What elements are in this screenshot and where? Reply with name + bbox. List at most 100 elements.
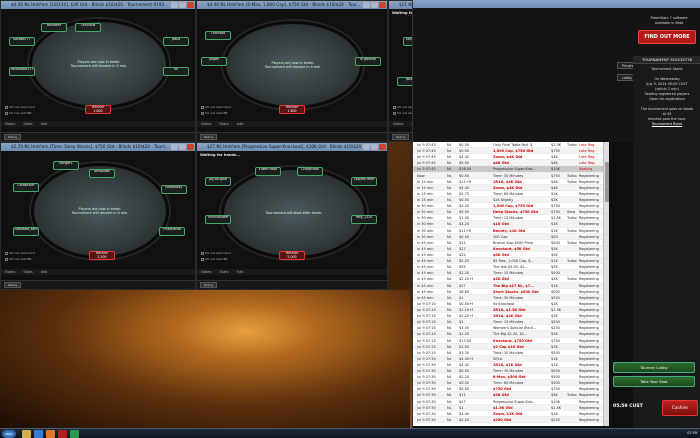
seat: Abrobo777 — [9, 37, 35, 46]
table-5-message: Tournament will start after break. — [265, 210, 323, 215]
close-icon[interactable] — [379, 144, 386, 150]
minimize-icon[interactable] — [171, 2, 178, 8]
tab-notes[interactable]: Notes — [5, 122, 15, 126]
minimize-icon[interactable] — [363, 144, 370, 150]
table-1-message: Players are now in break. Tournament will… — [70, 59, 128, 68]
close-icon[interactable] — [187, 144, 194, 150]
table-4-tabs: Notes Stats Info — [1, 269, 195, 275]
close-icon[interactable] — [187, 2, 194, 8]
table-cell: $250 Gtd — [493, 417, 512, 422]
table-2-bottombar: Rebuy — [197, 132, 387, 141]
tab-info[interactable]: Info — [237, 122, 244, 126]
rebuy-button[interactable]: Rebuy — [4, 282, 22, 288]
seat: Pinkyhands — [159, 227, 185, 236]
rebuy-button[interactable]: Rebuy — [4, 134, 22, 140]
tournament-id: TOURNAMENT 915515778 — [633, 56, 700, 64]
table-1-felt: Players are now in break. Tournament will… — [29, 19, 169, 109]
tab-stats[interactable]: Stats — [219, 270, 228, 274]
table-2-title: $4.40 NL Hold'em [6-Max, 1,800 Cap], $75… — [207, 2, 361, 7]
cashier-button[interactable]: Cashier — [662, 400, 698, 416]
seat: nn — [163, 67, 189, 76]
tab-notes[interactable]: Notes — [5, 270, 15, 274]
seat: Jorgen — [201, 57, 227, 66]
tab-notes[interactable]: Notes — [201, 122, 211, 126]
tab-stats[interactable]: Stats — [219, 122, 228, 126]
list-scrollbar[interactable] — [603, 142, 609, 426]
lobby-window[interactable]: PokerStars 7 software available in Beta F… — [412, 0, 700, 432]
tournament-rules-link[interactable]: Tournament Rules — [652, 122, 682, 126]
tournament-list[interactable]: Jul 9 07:45 NL $0.50 Only Final Table Pad. … — [413, 142, 609, 426]
table-2-message: Players are now in break. Tournament will… — [264, 60, 322, 69]
sit-out-next-bb-checkbox[interactable]: Sit out next BB — [201, 257, 227, 261]
sit-out-next-hand-checkbox[interactable]: Sit out next hand — [5, 105, 35, 109]
media-icon[interactable] — [46, 430, 55, 438]
table-4-titlebar[interactable]: $2.70 NL Hold'em [Time: Deep Stacks], $7… — [1, 143, 195, 151]
seat: CardsKiller — [13, 183, 39, 192]
seat: Nuthouse1 — [161, 185, 187, 194]
hero-seat: Hitchler 1,800 — [279, 105, 305, 114]
browser-icon[interactable] — [34, 430, 43, 438]
taskbar: Start 07:59 — [0, 428, 700, 438]
minimize-icon[interactable] — [171, 144, 178, 150]
seat: PocoMotor217 — [9, 67, 35, 76]
table-5-title: $27 NL Hold'em [Progressive Super-Knocko… — [207, 144, 362, 149]
table-4-bottombar: Rebuy — [1, 280, 195, 289]
table-5-titlebar[interactable]: $27 NL Hold'em [Progressive Super-Knocko… — [197, 143, 387, 151]
tab-notes[interactable]: Notes — [201, 270, 211, 274]
table-row[interactable]: Jul 9 07:30 NL $2.20 $250 Gtd $250 Registerin… — [413, 416, 609, 424]
table-1-title: $4.40 NL Hold'em [18/144], $2K Gtd - Bli… — [11, 2, 169, 7]
maximize-icon[interactable] — [179, 2, 186, 8]
sit-out-next-bb-checkbox[interactable]: Sit out next BB — [5, 257, 31, 261]
sit-out-next-bb-checkbox[interactable]: Sit out next BB — [201, 111, 227, 115]
table-window-5[interactable]: $27 NL Hold'em [Progressive Super-Knocko… — [196, 142, 388, 290]
app-icon[interactable] — [70, 430, 79, 438]
seat: Tinchado — [205, 31, 231, 40]
tab-stats[interactable]: Stats — [23, 270, 32, 274]
take-your-seat-button[interactable]: Take Your Seat — [613, 376, 695, 387]
tab-info[interactable]: Info — [237, 270, 244, 274]
tab-stats[interactable]: Stats — [23, 122, 32, 126]
rebuy-button[interactable]: Rebuy — [200, 134, 218, 140]
table-window-1[interactable]: $4.40 NL Hold'em [18/144], $2K Gtd - Bli… — [0, 0, 196, 142]
table-cell: NL — [447, 417, 452, 422]
tab-info[interactable]: Info — [41, 270, 48, 274]
table-4-message: Players are now in break. Tournament will… — [71, 206, 129, 215]
table-1-titlebar[interactable]: $4.40 NL Hold'em [18/144], $2K Gtd - Bli… — [1, 1, 195, 9]
sit-out-next-hand-checkbox[interactable]: Sit out next hand — [201, 251, 231, 255]
find-out-more-button[interactable]: FIND OUT MORE — [638, 30, 696, 44]
rebuy-button[interactable]: Rebuy — [200, 282, 218, 288]
sit-out-next-bb-checkbox[interactable]: Sit out next BB — [5, 111, 31, 115]
minimize-icon[interactable] — [363, 2, 370, 8]
table-2-tabs: Notes Stats Info — [197, 121, 387, 127]
seat: el gallo98 — [355, 57, 381, 66]
table-window-2[interactable]: $4.40 NL Hold'em [6-Max, 1,800 Cap], $75… — [196, 0, 388, 142]
poker-client-icon[interactable] — [58, 430, 67, 438]
table-cell: Jul 9 07:30 — [417, 417, 436, 422]
table-5-felt: Tournament will start after break. — [221, 167, 367, 259]
table-window-4[interactable]: $2.70 NL Hold'em [Time: Deep Stacks], $7… — [0, 142, 196, 290]
maximize-icon[interactable] — [179, 144, 186, 150]
sit-out-next-hand-checkbox[interactable]: Sit out next hand — [5, 251, 35, 255]
lobby-titlebar[interactable] — [413, 0, 700, 8]
tab-notes[interactable]: Notes — [393, 122, 403, 126]
sit-out-next-hand-checkbox[interactable]: Sit out next hand — [201, 105, 231, 109]
scrollbar-thumb[interactable] — [605, 162, 609, 202]
table-5-tabs: Notes Stats Info — [197, 269, 387, 275]
close-icon[interactable] — [379, 2, 386, 8]
table-2-titlebar[interactable]: $4.40 NL Hold'em [6-Max, 1,800 Cap], $75… — [197, 1, 387, 9]
explorer-icon[interactable] — [22, 430, 31, 438]
waiting-status: Waiting for hands... — [200, 153, 241, 157]
table-4-title: $2.70 NL Hold'em [Time: Deep Stacks], $7… — [11, 144, 170, 149]
rebuy-button[interactable]: Rebuy — [392, 134, 410, 140]
tourney-lobby-button[interactable]: Tourney Lobby — [613, 362, 695, 373]
table-cell: Registering — [579, 417, 599, 422]
maximize-icon[interactable] — [371, 144, 378, 150]
table-1-bottombar: Rebuy — [1, 132, 195, 141]
start-button[interactable]: Start — [2, 430, 16, 438]
system-clock[interactable]: 07:59 — [687, 431, 697, 435]
hero-seat: Hitchler 2,500 — [89, 251, 115, 260]
tab-info[interactable]: Info — [41, 122, 48, 126]
seat: pesquisat — [89, 169, 115, 178]
maximize-icon[interactable] — [371, 2, 378, 8]
table-cell: $2.20 — [459, 417, 470, 422]
